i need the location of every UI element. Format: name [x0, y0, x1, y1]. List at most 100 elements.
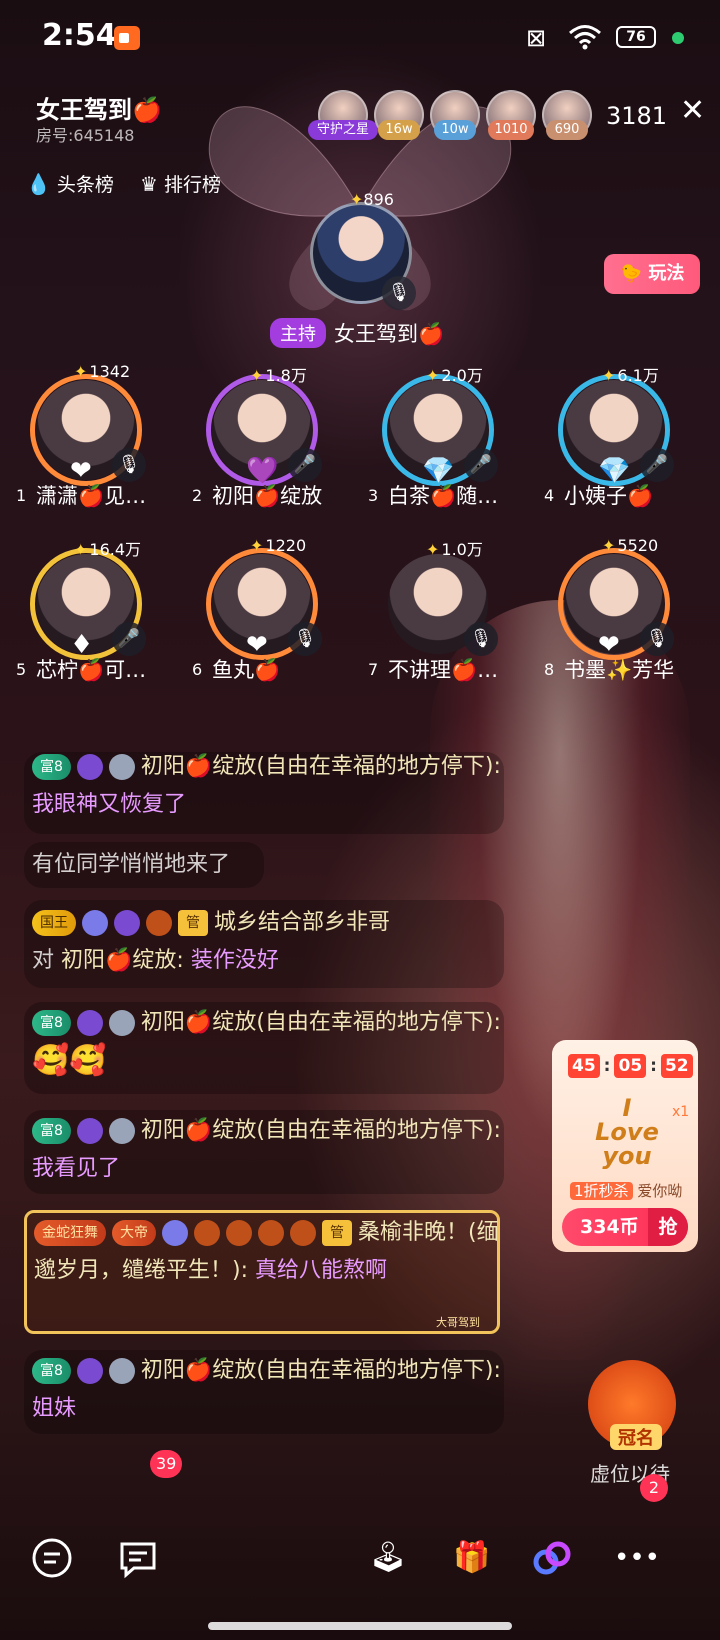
fan-badge-icon: [114, 910, 140, 936]
message-text: 🥰🥰: [32, 1043, 107, 1078]
link-icon[interactable]: [530, 1536, 574, 1580]
seat-number: 6: [192, 660, 203, 679]
to-label: 对: [32, 948, 55, 973]
headline-rank-label: 头条榜: [56, 174, 114, 196]
chat-message[interactable]: 富8 初阳🍎绽放(自由在幸福的地方停下): 我眼神又恢复了: [32, 748, 522, 824]
headline-rank-link[interactable]: 💧 头条榜: [26, 170, 114, 197]
system-text: 有位同学悄悄地来了: [32, 852, 231, 877]
target-name: 初阳🍎绽放:: [61, 948, 184, 973]
buy-button[interactable]: 334币 抢: [562, 1208, 688, 1246]
host-tag: 主持: [270, 318, 326, 348]
chat-message[interactable]: 国王 管城乡结合部乡非哥 对 初阳🍎绽放: 装作没好: [32, 904, 522, 980]
fan-badge-icon: [76, 1358, 103, 1384]
mic-icon: 🎤: [112, 622, 146, 656]
rich-level-badge: 富8: [32, 1010, 71, 1036]
chat-message[interactable]: 富8 初阳🍎绽放(自由在幸福的地方停下): 🥰🥰: [32, 1004, 522, 1083]
seat-number: 7: [368, 660, 379, 679]
flash-sale-card[interactable]: 45:05:52 I Love you x1 1折秒杀 爱你呦 334币 抢: [552, 1040, 698, 1252]
seat-2[interactable]: 1.8万 💜 🎤 2 初阳🍎绽放: [176, 356, 346, 536]
more-unread-badge: 2: [640, 1474, 668, 1502]
seat-number: 1: [16, 486, 27, 505]
love-you-gift-art: I Love you: [595, 1094, 659, 1170]
fan-badge-icon: [76, 1118, 103, 1144]
message-text: 我看见了: [32, 1156, 121, 1181]
mic-muted-icon: 🎙: [640, 622, 674, 656]
seat-score: 1.0万: [426, 536, 482, 560]
message-text: 真给八能熬啊: [255, 1258, 388, 1283]
seat-number: 8: [544, 660, 555, 679]
seat-number: 4: [544, 486, 555, 505]
star-badge-icon: [82, 910, 108, 936]
admin-badge: 管: [322, 1220, 352, 1246]
seat-8[interactable]: 5520 ❤ 🎙 8 书墨✨芳华: [528, 530, 698, 710]
rich-level-badge: 富8: [32, 1118, 71, 1144]
room-title[interactable]: 女王驾到🍎: [36, 90, 162, 125]
sender-name: 初阳🍎绽放(自由在幸福的地方停下):: [140, 754, 501, 779]
emperor-badge: 大帝: [112, 1220, 156, 1246]
ranking-link[interactable]: ♛ 排行榜: [140, 170, 221, 197]
seat-score: 1.8万: [250, 362, 306, 386]
seat-name: 初阳🍎绽放: [212, 484, 323, 508]
seat-name: 不讲理🍎…: [388, 658, 499, 682]
sender-name: 城乡结合部乡非哥: [214, 910, 391, 935]
ranking-label: 排行榜: [163, 174, 221, 196]
host-name[interactable]: 女王驾到🍎: [334, 318, 444, 348]
medal-icon: [108, 1358, 135, 1384]
grab-label: 抢: [648, 1208, 688, 1246]
chat-input-icon[interactable]: [30, 1536, 74, 1580]
gift-icon[interactable]: 🎁: [450, 1536, 494, 1580]
top-viewer-badge: 16w: [378, 120, 420, 140]
seat-5[interactable]: 16.4万 ♦ 🎤 5 芯柠🍎可…: [0, 530, 170, 710]
sender-name: 初阳🍎绽放(自由在幸福的地方停下):: [140, 1358, 501, 1383]
more-icon[interactable]: •••: [614, 1536, 660, 1580]
vip-footer-tag: 大哥驾到: [436, 1316, 480, 1329]
tiger-badge-icon: [146, 910, 172, 936]
room-id: 房号:645148: [36, 126, 135, 145]
seat-4[interactable]: 6.1万 💎 🎤 4 小姨子🍎: [528, 356, 698, 536]
snake-badge-icon: [226, 1220, 252, 1246]
seat-6[interactable]: 1220 ❤ 🎙 6 鱼丸🍎: [176, 530, 346, 710]
sponsor-label: 冠名: [610, 1424, 662, 1450]
fan-badge-icon: [76, 1010, 103, 1036]
message-text: 姐妹: [32, 1396, 77, 1421]
seat-score: 2.0万: [426, 362, 482, 386]
top-viewer-badge: 10w: [434, 120, 476, 140]
dance-badge-icon: [290, 1220, 316, 1246]
mic-icon: 🎤: [640, 448, 674, 482]
seat-number: 2: [192, 486, 203, 505]
chat-message[interactable]: 富8 初阳🍎绽放(自由在幸福的地方停下): 姐妹: [32, 1352, 522, 1428]
gameplay-button[interactable]: 🐤 玩法: [604, 254, 700, 294]
wild-badge-icon: [258, 1220, 284, 1246]
messages-unread-badge: 39: [150, 1450, 183, 1478]
king-badge: 国王: [32, 910, 76, 936]
mic-muted-icon: 🎙: [288, 622, 322, 656]
medal-icon: [108, 1010, 135, 1036]
seat-name: 白茶🍎随…: [388, 484, 499, 508]
clock: 2:54: [42, 18, 117, 53]
chat-message[interactable]: 富8 初阳🍎绽放(自由在幸福的地方停下): 我看见了: [32, 1112, 522, 1188]
price: 334币: [580, 1216, 639, 1238]
close-icon[interactable]: ✕: [680, 96, 705, 126]
seat-name: 潇潇🍎见…: [36, 484, 147, 508]
viewer-count[interactable]: 3181: [606, 102, 667, 130]
crown-icon: ♛: [140, 171, 158, 196]
seat-3[interactable]: 2.0万 💎 🎤 3 白茶🍎随…: [352, 356, 522, 536]
chat-message-vip[interactable]: 金蛇狂舞 大帝管桑榆非晚！(缅邈岁月，缱绻平生！): 真给八能熬啊: [34, 1214, 510, 1290]
rich-level-badge: 富8: [32, 1358, 71, 1384]
seat-7[interactable]: 1.0万 🎙 7 不讲理🍎…: [352, 530, 522, 710]
no-sim-icon: ⊠: [526, 24, 547, 52]
event-badge: 金蛇狂舞: [34, 1220, 106, 1246]
sender-name: 初阳🍎绽放(自由在幸福的地方停下):: [140, 1118, 501, 1143]
seat-score: 5520: [602, 536, 658, 555]
joystick-icon[interactable]: 🕹: [366, 1536, 410, 1580]
mic-muted-icon: 🎙: [464, 622, 498, 656]
seat-1[interactable]: 1342 ❤ 🎙 1 潇潇🍎见…: [0, 356, 170, 536]
seat-score: 1342: [74, 362, 130, 381]
medal-icon: [108, 1118, 135, 1144]
fan-badge-icon: [76, 754, 103, 780]
chat-system-message: 有位同学悄悄地来了: [32, 846, 522, 884]
gold-badge-icon: [194, 1220, 220, 1246]
home-indicator[interactable]: [208, 1622, 512, 1630]
messages-icon[interactable]: [116, 1536, 160, 1580]
seat-name: 书墨✨芳华: [564, 658, 675, 682]
